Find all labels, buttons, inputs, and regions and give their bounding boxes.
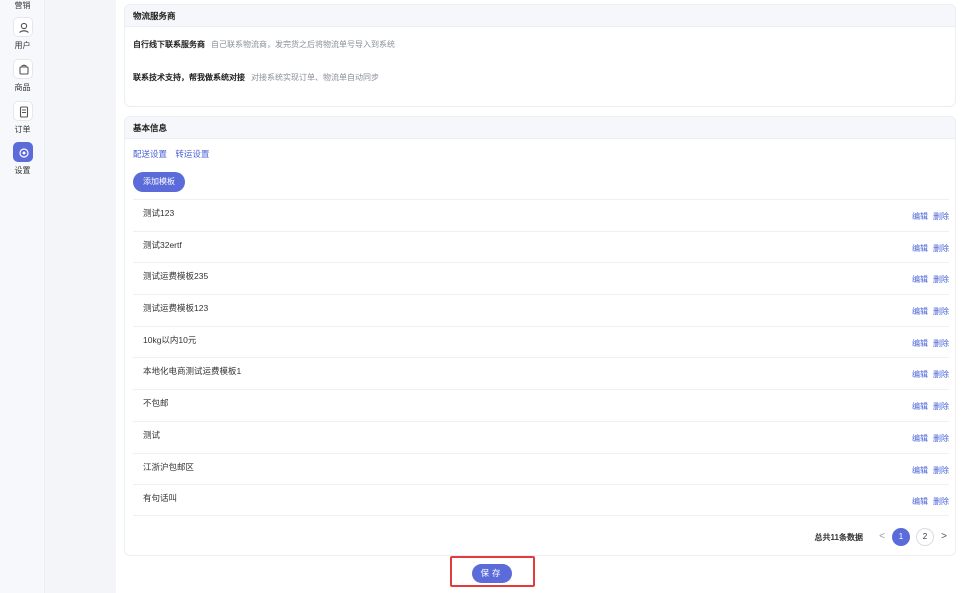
template-name: 测试运费模板123 (143, 303, 209, 314)
delete-link[interactable]: 删除 (933, 212, 949, 221)
card-title: 物流服务商 (125, 5, 955, 27)
edit-link[interactable]: 编辑 (912, 402, 928, 411)
template-name: 有句话叫 (143, 493, 178, 504)
list-item: 测试 编辑 删除 (133, 420, 949, 453)
pagination-prev-icon[interactable]: < (875, 528, 889, 546)
bag-icon (12, 59, 33, 79)
delete-link[interactable]: 删除 (933, 370, 949, 379)
delete-link[interactable]: 删除 (933, 307, 949, 316)
pagination-total: 总共11条数据 (814, 532, 863, 542)
list-item: 10kg以内10元 编辑 删除 (133, 325, 949, 358)
service-option-tech-support[interactable]: 联系技术支持，帮我做系统对接 对接系统实现订单、物流单自动同步 (133, 72, 379, 83)
edit-link[interactable]: 编辑 (912, 275, 928, 284)
template-name: 测试123 (143, 208, 175, 218)
service-option-desc: 自己联系物流商，发完货之后将物流单号导入到系统 (211, 40, 395, 49)
template-name: 不包邮 (143, 398, 169, 409)
settings-icon (12, 142, 33, 162)
pagination: 总共11条数据 < 1 2 > (815, 527, 951, 547)
save-button[interactable]: 保存 (472, 564, 512, 583)
delete-link[interactable]: 删除 (933, 275, 949, 284)
settings-tabs: 配送设置 转运设置 (133, 148, 215, 160)
delete-link[interactable]: 删除 (933, 339, 949, 348)
sidebar-item-label: 商品 (14, 83, 31, 92)
card-title: 基本信息 (125, 117, 955, 139)
list-item: 有句话叫 编辑 删除 (133, 484, 949, 516)
document-icon (12, 101, 33, 121)
list-item: 不包邮 编辑 删除 (133, 389, 949, 421)
list-item: 测试运费模板123 编辑 删除 (133, 294, 949, 326)
template-name: 10kg以内10元 (143, 334, 197, 345)
delete-link[interactable]: 删除 (933, 402, 949, 411)
service-option-desc: 对接系统实现订单、物流单自动同步 (251, 73, 379, 82)
sidebar-item-users[interactable]: 用户 (0, 17, 45, 51)
add-template-button[interactable]: 添加模板 (133, 172, 185, 192)
edit-link[interactable]: 编辑 (912, 307, 928, 316)
delete-link[interactable]: 删除 (933, 244, 949, 253)
list-item: 测试123 编辑 删除 (133, 199, 949, 231)
main-content: 物流服务商 自行线下联系服务商 自己联系物流商，发完货之后将物流单号导入到系统 联… (116, 0, 964, 593)
list-item: 本地化电商测试运费模板1 编辑 删除 (133, 357, 949, 389)
basic-info-card: 基本信息 配送设置 转运设置 添加模板 测试123 编辑 删除 测试32ertf … (124, 116, 956, 556)
sidebar-item-label: 订单 (14, 125, 31, 134)
logistics-provider-card: 物流服务商 自行线下联系服务商 自己联系物流商，发完货之后将物流单号导入到系统 联… (124, 4, 956, 107)
sidebar-item-settings[interactable]: 设置 (0, 142, 45, 176)
edit-link[interactable]: 编辑 (912, 212, 928, 221)
edit-link[interactable]: 编辑 (912, 434, 928, 443)
list-item: 测试运费模板235 编辑 删除 (133, 262, 949, 294)
service-option-offline[interactable]: 自行线下联系服务商 自己联系物流商，发完货之后将物流单号导入到系统 (133, 39, 395, 50)
template-name: 测试运费模板235 (143, 271, 209, 282)
sidebar-item-products[interactable]: 商品 (0, 59, 45, 93)
sidebar-item-label: 营销 (14, 1, 31, 10)
sidebar-item-label: 设置 (14, 166, 31, 175)
template-name: 江浙沪包邮区 (143, 461, 195, 472)
edit-link[interactable]: 编辑 (912, 370, 928, 379)
edit-link[interactable]: 编辑 (912, 339, 928, 348)
tab-transfer-settings[interactable]: 转运设置 (175, 149, 209, 159)
template-name: 测试 (143, 429, 161, 440)
pagination-next-icon[interactable]: > (937, 528, 951, 546)
pagination-page-2[interactable]: 2 (916, 528, 934, 546)
sidebar-item-marketing[interactable]: 营销 (0, 0, 45, 11)
delete-link[interactable]: 删除 (933, 497, 949, 506)
template-list: 测试123 编辑 删除 测试32ertf 编辑 删除 测试运费模板235 编辑 删除 … (133, 199, 949, 516)
sidebar: 营销 用户 商品 订单 设置 (0, 0, 45, 593)
service-option-title: 联系技术支持，帮我做系统对接 (133, 73, 245, 82)
template-name: 测试32ertf (143, 239, 182, 250)
user-icon (12, 17, 33, 37)
sidebar-item-label: 用户 (14, 41, 31, 50)
sidebar-item-orders[interactable]: 订单 (0, 101, 45, 135)
tab-delivery-settings[interactable]: 配送设置 (133, 149, 167, 159)
template-name: 本地化电商测试运费模板1 (143, 366, 242, 377)
edit-link[interactable]: 编辑 (912, 497, 928, 506)
edit-link[interactable]: 编辑 (912, 466, 928, 475)
edit-link[interactable]: 编辑 (912, 244, 928, 253)
delete-link[interactable]: 删除 (933, 434, 949, 443)
list-item: 江浙沪包邮区 编辑 删除 (133, 452, 949, 485)
service-option-title: 自行线下联系服务商 (133, 40, 205, 49)
list-item: 测试32ertf 编辑 删除 (133, 230, 949, 263)
pagination-page-1[interactable]: 1 (892, 528, 910, 546)
delete-link[interactable]: 删除 (933, 466, 949, 475)
